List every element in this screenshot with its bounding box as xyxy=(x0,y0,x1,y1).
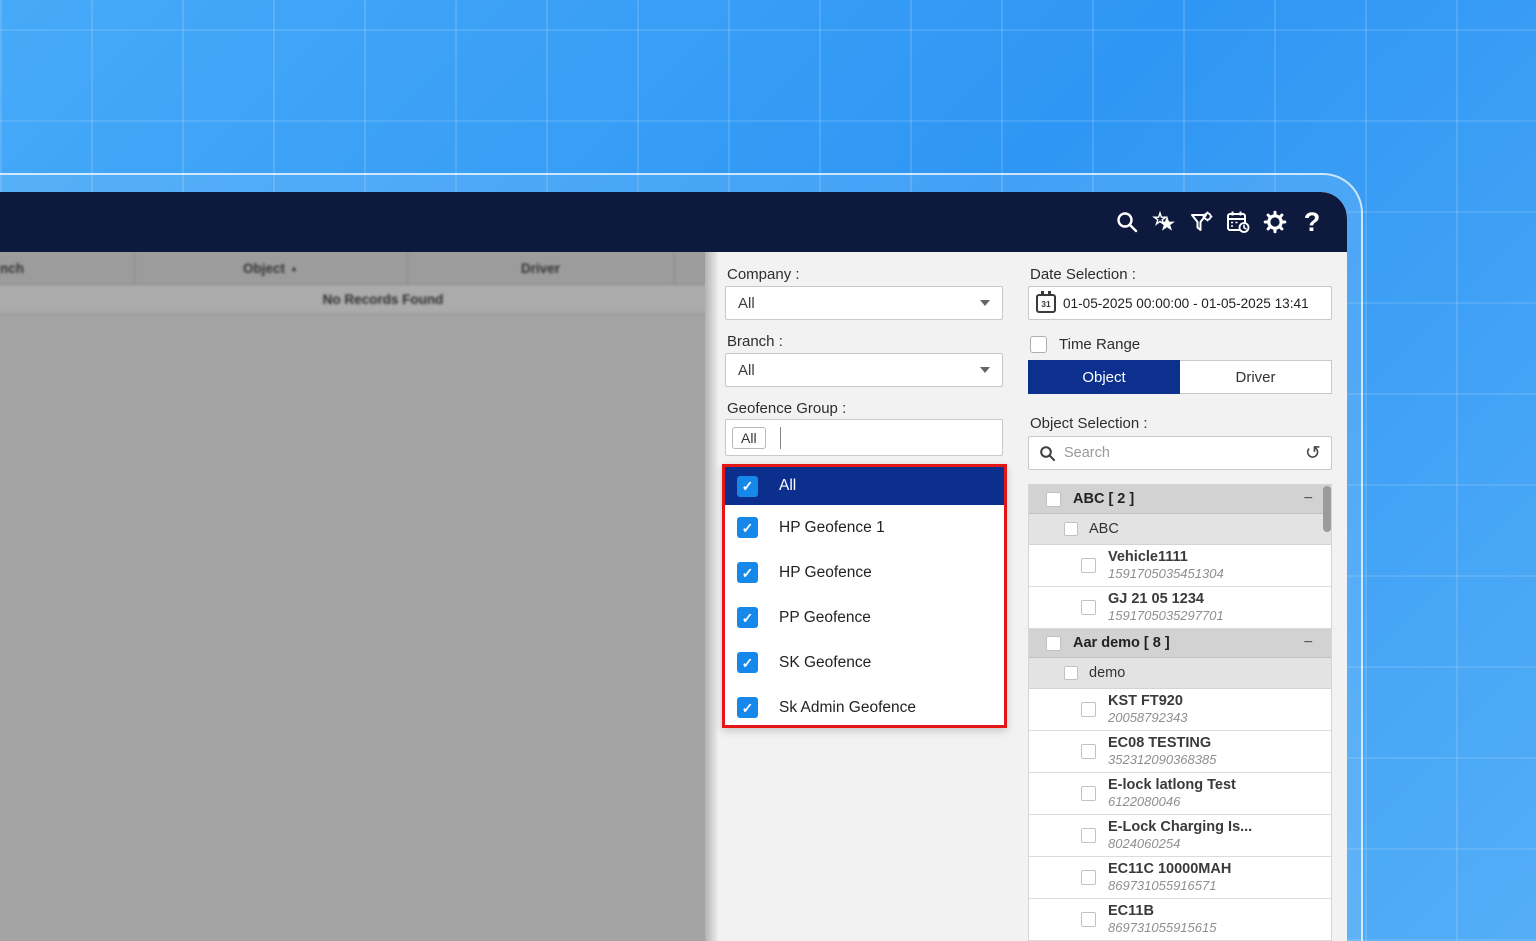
text-cursor xyxy=(780,427,781,449)
checkbox-unchecked-icon[interactable] xyxy=(1081,702,1096,717)
checkbox-unchecked-icon[interactable] xyxy=(1030,336,1047,353)
empty-table-message: No Records Found xyxy=(0,285,705,314)
branch-value: All xyxy=(738,362,755,379)
geofence-dropdown-list: All HP Geofence 1 HP Geofence PP Ge xyxy=(722,464,1007,728)
driver-tab-button[interactable]: Driver xyxy=(1180,360,1332,394)
tree-vehicle-row[interactable]: KST FT920 20058792343 xyxy=(1029,689,1331,731)
chevron-down-icon xyxy=(980,367,990,373)
tree-vehicle-row[interactable]: E-lock latlong Test 6122080046 xyxy=(1029,773,1331,815)
sort-ascending-icon: ▲ xyxy=(290,264,298,273)
geofence-group-chip[interactable]: All xyxy=(732,427,766,449)
branch-label: Branch : xyxy=(727,333,783,350)
app-window: ? nch Object ▲ xyxy=(0,173,1363,941)
checkbox-unchecked-icon[interactable] xyxy=(1046,492,1061,507)
date-range-value: 01-05-2025 00:00:00 - 01-05-2025 13:41 xyxy=(1063,296,1309,311)
tree-group-row[interactable]: Aar demo [ 8 ] − xyxy=(1029,629,1331,658)
checkbox-checked-icon[interactable] xyxy=(737,697,758,718)
tree-subgroup-row[interactable]: ABC xyxy=(1029,514,1331,545)
time-range-checkbox-row[interactable]: Time Range xyxy=(1030,336,1140,353)
collapse-icon[interactable]: − xyxy=(1304,490,1313,508)
date-selection-label: Date Selection : xyxy=(1030,266,1136,283)
checkbox-unchecked-icon[interactable] xyxy=(1046,636,1061,651)
checkbox-unchecked-icon[interactable] xyxy=(1081,828,1096,843)
checkbox-unchecked-icon[interactable] xyxy=(1081,870,1096,885)
tree-vehicle-row[interactable]: E-Lock Charging Is... 8024060254 xyxy=(1029,815,1331,857)
dropdown-item[interactable]: PP Geofence xyxy=(725,595,1004,640)
report-table-area: nch Object ▲ Driver No xyxy=(0,252,705,941)
tree-scrollbar-thumb[interactable] xyxy=(1323,486,1331,532)
panel-divider xyxy=(705,252,718,941)
calendar-icon: 31 xyxy=(1036,294,1056,313)
date-range-input[interactable]: 31 01-05-2025 00:00:00 - 01-05-2025 13:4… xyxy=(1028,286,1332,320)
tree-subgroup-row[interactable]: demo xyxy=(1029,658,1331,689)
filter-settings-icon[interactable] xyxy=(1188,209,1214,235)
table-header-row: nch Object ▲ Driver xyxy=(0,252,705,285)
branch-select[interactable]: All xyxy=(725,353,1003,387)
column-header-branch[interactable]: nch xyxy=(0,252,55,285)
checkbox-unchecked-icon[interactable] xyxy=(1081,912,1096,927)
tree-vehicle-row[interactable]: EC11B 869731055915615 xyxy=(1029,899,1331,941)
checkbox-unchecked-icon[interactable] xyxy=(1064,666,1078,680)
search-icon[interactable] xyxy=(1114,209,1140,235)
checkbox-unchecked-icon[interactable] xyxy=(1081,558,1096,573)
favorite-star-icon[interactable] xyxy=(1151,209,1177,235)
geofence-group-input[interactable]: All xyxy=(725,419,1003,456)
tree-vehicle-row[interactable]: Vehicle1111 1591705035451304 xyxy=(1029,545,1331,587)
column-header-driver[interactable]: Driver xyxy=(407,252,674,285)
dropdown-item[interactable]: SK Geofence xyxy=(725,640,1004,685)
company-value: All xyxy=(738,295,755,312)
dropdown-item[interactable]: Sk Admin Geofence xyxy=(725,685,1004,730)
tree-vehicle-row[interactable]: GJ 21 05 1234 1591705035297701 xyxy=(1029,587,1331,629)
tree-vehicle-row[interactable]: EC08 TESTING 352312090368385 xyxy=(1029,731,1331,773)
filter-panel: Company : All Branch : All Geofence Grou… xyxy=(718,252,1347,941)
company-select[interactable]: All xyxy=(725,286,1003,320)
app-content: ? nch Object ▲ xyxy=(0,192,1347,941)
calendar-schedule-icon[interactable] xyxy=(1225,209,1251,235)
checkbox-checked-icon[interactable] xyxy=(737,652,758,673)
settings-gear-icon[interactable] xyxy=(1262,209,1288,235)
checkbox-unchecked-icon[interactable] xyxy=(1081,744,1096,759)
tree-vehicle-row[interactable]: EC11C 10000MAH 869731055916571 xyxy=(1029,857,1331,899)
object-search-box[interactable]: Search ↻ xyxy=(1028,436,1332,470)
time-range-label: Time Range xyxy=(1059,336,1140,353)
object-selection-label: Object Selection : xyxy=(1030,415,1148,432)
collapse-icon[interactable]: − xyxy=(1304,634,1313,652)
geofence-group-label: Geofence Group : xyxy=(727,400,846,417)
object-tab-button[interactable]: Object xyxy=(1028,360,1180,394)
desktop-background: ? nch Object ▲ xyxy=(0,0,1536,941)
refresh-icon[interactable]: ↻ xyxy=(1305,444,1321,463)
top-toolbar: ? xyxy=(0,192,1347,252)
checkbox-checked-icon[interactable] xyxy=(737,476,758,497)
company-label: Company : xyxy=(727,266,800,283)
checkbox-unchecked-icon[interactable] xyxy=(1081,600,1096,615)
search-icon xyxy=(1039,445,1056,462)
dropdown-item[interactable]: HP Geofence 1 xyxy=(725,505,1004,550)
tree-group-row[interactable]: ABC [ 2 ] − xyxy=(1029,485,1331,514)
dropdown-item-all[interactable]: All xyxy=(725,467,1004,505)
column-header-object[interactable]: Object ▲ xyxy=(134,252,407,285)
checkbox-checked-icon[interactable] xyxy=(737,562,758,583)
checkbox-unchecked-icon[interactable] xyxy=(1064,522,1078,536)
dropdown-item[interactable]: HP Geofence xyxy=(725,550,1004,595)
checkbox-unchecked-icon[interactable] xyxy=(1081,786,1096,801)
checkbox-checked-icon[interactable] xyxy=(737,607,758,628)
help-glyph: ? xyxy=(1304,209,1321,236)
checkbox-checked-icon[interactable] xyxy=(737,517,758,538)
help-icon[interactable]: ? xyxy=(1299,209,1325,235)
object-tree-list: ABC [ 2 ] − ABC Vehicle1111 159170503545… xyxy=(1028,484,1332,941)
object-driver-toggle: Object Driver xyxy=(1028,360,1332,394)
search-placeholder: Search xyxy=(1064,445,1305,461)
chevron-down-icon xyxy=(980,300,990,306)
